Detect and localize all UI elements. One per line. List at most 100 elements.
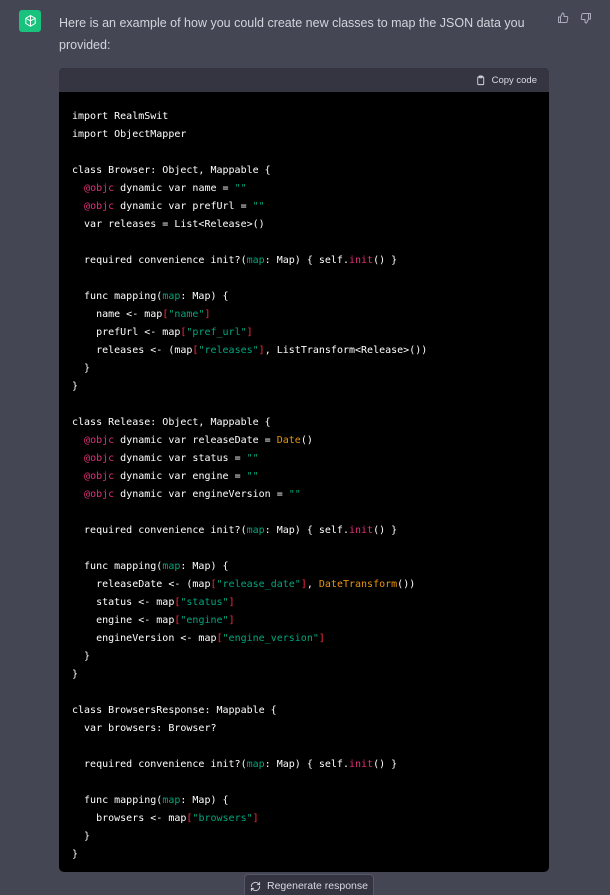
code-token: ] — [246, 327, 253, 338]
code-line: func mapping(map: Map) { — [72, 288, 536, 306]
code-block: Copy code import RealmSwit import ObjectM… — [59, 68, 549, 872]
code-token: : Map) { — [180, 795, 229, 806]
code-token: ()) — [397, 579, 416, 590]
code-token: () } — [373, 759, 398, 770]
code-token: map — [246, 759, 265, 770]
code-token: DateTransform — [318, 579, 398, 590]
code-token: "engine_version" — [222, 633, 319, 644]
regenerate-response-button[interactable]: Regenerate response — [244, 874, 374, 895]
assistant-message-row: Here is an example of how you could crea… — [0, 0, 610, 895]
code-token: "" — [234, 183, 247, 194]
thumbs-down-button[interactable] — [579, 11, 592, 24]
code-line: releaseDate <- (map["release_date"], Dat… — [72, 576, 536, 594]
code-line: @objc dynamic var engineVersion = "" — [72, 486, 536, 504]
code-line: } — [72, 360, 536, 378]
code-token: @objc — [84, 201, 115, 212]
code-token: "pref_url" — [186, 327, 247, 338]
code-token: "" — [288, 489, 301, 500]
code-token: init — [348, 759, 374, 770]
code-token: dynamic var prefUrl = — [114, 201, 253, 212]
code-token: ] — [204, 309, 211, 320]
code-token: } — [72, 651, 91, 662]
code-token: dynamic var status = — [114, 453, 247, 464]
code-token: , — [306, 579, 319, 590]
code-token: var browsers: Browser? — [72, 723, 217, 734]
code-token: releaseDate <- (map — [72, 579, 211, 590]
code-line: @objc dynamic var releaseDate = Date() — [72, 432, 536, 450]
code-token: ] — [228, 615, 235, 626]
code-token: "name" — [168, 309, 205, 320]
code-token: init — [348, 525, 374, 536]
code-token: @objc — [84, 183, 115, 194]
code-token: : Map) { — [180, 561, 229, 572]
code-token: engineVersion <- map — [72, 633, 217, 644]
refresh-icon — [250, 881, 261, 891]
code-token: @objc — [84, 453, 115, 464]
code-token: func mapping( — [72, 795, 163, 806]
code-line: status <- map["status"] — [72, 594, 536, 612]
code-token: browsers <- map — [72, 813, 187, 824]
code-block-header: Copy code — [59, 68, 549, 92]
code-line: name <- map["name"] — [72, 306, 536, 324]
code-token: map — [246, 255, 265, 266]
code-token: required convenience init?( — [72, 759, 247, 770]
code-token: dynamic var engineVersion = — [114, 489, 289, 500]
code-token: import ObjectMapper — [72, 129, 187, 140]
code-token: } — [72, 363, 91, 374]
thumbs-up-icon — [557, 12, 568, 23]
code-token: func mapping( — [72, 561, 163, 572]
code-line: required convenience init?(map: Map) { s… — [72, 522, 536, 540]
code-line: engineVersion <- map["engine_version"] — [72, 630, 536, 648]
code-token: ] — [228, 597, 235, 608]
code-line: class Release: Object, Mappable { — [72, 414, 536, 432]
code-token: "releases" — [198, 345, 259, 356]
code-token: : Map) { self. — [264, 525, 349, 536]
code-token: : Map) { self. — [264, 255, 349, 266]
code-line: required convenience init?(map: Map) { s… — [72, 756, 536, 774]
code-token: class Release: Object, Mappable { — [72, 417, 271, 428]
code-token: ] — [252, 813, 259, 824]
code-token: dynamic var name = — [114, 183, 235, 194]
thumbs-up-button[interactable] — [556, 11, 569, 24]
thumbs-down-icon — [580, 12, 591, 23]
code-token: prefUrl <- map — [72, 327, 181, 338]
code-line: @objc dynamic var status = "" — [72, 450, 536, 468]
code-line: prefUrl <- map["pref_url"] — [72, 324, 536, 342]
copy-code-button[interactable]: Copy code — [475, 75, 537, 86]
code-token: "" — [246, 471, 259, 482]
code-token: status <- map — [72, 597, 175, 608]
code-line: func mapping(map: Map) { — [72, 558, 536, 576]
code-token: required convenience init?( — [72, 255, 247, 266]
code-token: class Browser: Object, Mappable { — [72, 165, 271, 176]
clipboard-icon — [476, 74, 484, 85]
code-token: dynamic var releaseDate = — [114, 435, 277, 446]
code-token: "release_date" — [216, 579, 301, 590]
code-token: dynamic var engine = — [114, 471, 247, 482]
code-line: import RealmSwit — [72, 108, 536, 126]
code-token: } — [72, 381, 79, 392]
code-line: browsers <- map["browsers"] — [72, 810, 536, 828]
code-line: } — [72, 648, 536, 666]
openai-logo-icon — [24, 14, 36, 27]
code-line: var releases = List<Release>() — [72, 216, 536, 234]
code-content[interactable]: import RealmSwit import ObjectMapper class… — [59, 92, 549, 872]
code-token: map — [246, 525, 265, 536]
copy-code-label: Copy code — [491, 74, 537, 86]
code-line: } — [72, 828, 536, 846]
code-line: @objc dynamic var engine = "" — [72, 468, 536, 486]
code-token: ] — [318, 633, 325, 644]
code-token: "status" — [180, 597, 229, 608]
code-token: () — [300, 435, 313, 446]
assistant-intro-text: Here is an example of how you could crea… — [59, 16, 525, 52]
code-token: init — [348, 255, 374, 266]
code-line: import ObjectMapper — [72, 126, 536, 144]
code-token: map — [162, 795, 181, 806]
